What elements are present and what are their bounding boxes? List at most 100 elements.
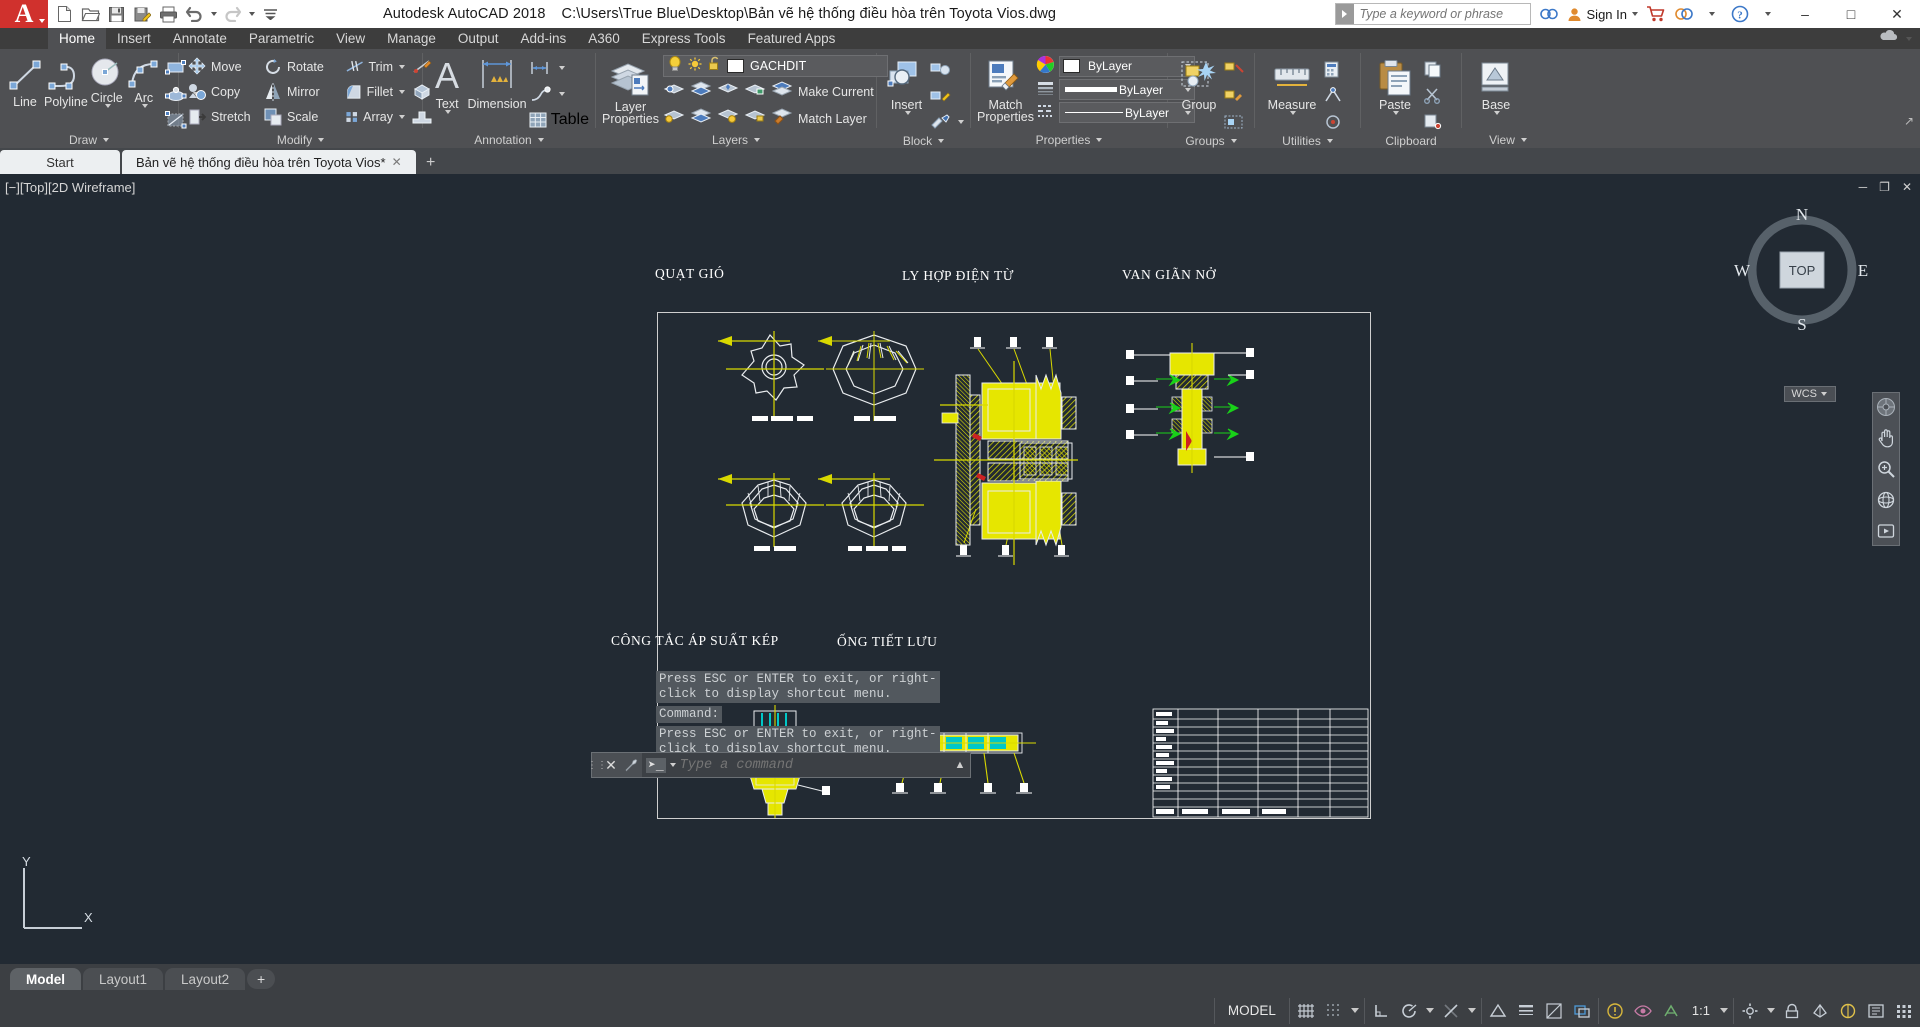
command-input-wrapper[interactable]: ➤_ ▲ xyxy=(642,753,970,777)
panel-groups-caret-icon[interactable] xyxy=(1230,139,1237,143)
annotation-scale-value[interactable]: 1:1 xyxy=(1688,1003,1714,1018)
viewport-config-label[interactable]: [−][Top][2D Wireframe] xyxy=(5,180,135,195)
id-point-button[interactable] xyxy=(1323,109,1343,134)
undo-icon[interactable] xyxy=(182,2,207,26)
ribbon-options-caret-icon[interactable] xyxy=(1906,36,1912,41)
command-line-box[interactable]: ⋮⋮ ✕ ➤_ ▲ xyxy=(587,752,971,778)
file-tab-close-icon[interactable]: ✕ xyxy=(392,155,402,169)
arc-button[interactable]: Arc xyxy=(126,53,162,108)
leader-dropdown-icon[interactable] xyxy=(558,91,565,96)
polyline-button[interactable]: Polyline xyxy=(44,53,88,108)
auto-scale-icon[interactable] xyxy=(1660,1000,1682,1022)
trim-button[interactable]: Trim xyxy=(343,54,407,79)
array-button[interactable]: Array xyxy=(343,104,407,129)
help-icon[interactable]: ? xyxy=(1726,0,1754,28)
snap-mode-icon[interactable] xyxy=(1323,1000,1345,1022)
redo-icon[interactable] xyxy=(220,2,245,26)
layer-freeze-object-icon[interactable] xyxy=(717,80,739,103)
help-caret-icon[interactable] xyxy=(1754,0,1782,28)
snap-dropdown-icon[interactable] xyxy=(1350,1008,1359,1013)
sign-in-caret-icon[interactable] xyxy=(1632,12,1638,16)
tab-manage[interactable]: Manage xyxy=(376,28,447,49)
autocad-application-button[interactable]: A xyxy=(0,0,48,28)
block-dropdown-icon[interactable] xyxy=(958,119,964,124)
isolate-objects-icon[interactable] xyxy=(1837,1000,1859,1022)
layer-unlock-icon[interactable] xyxy=(744,107,766,130)
mirror-button[interactable]: Mirror xyxy=(261,79,341,104)
point-style-button[interactable] xyxy=(1323,83,1343,108)
panel-title-block[interactable]: Block xyxy=(877,134,970,148)
scale-button[interactable]: Scale xyxy=(261,104,341,129)
panel-title-layers[interactable]: Layers xyxy=(596,131,876,148)
measure-dropdown-icon[interactable] xyxy=(1290,111,1296,115)
minimize-window-button[interactable]: – xyxy=(1782,0,1828,28)
grid-display-icon[interactable] xyxy=(1295,1000,1317,1022)
color-wheel-icon[interactable] xyxy=(1036,55,1055,79)
annotation-scale-caret-icon[interactable] xyxy=(1720,1008,1728,1013)
layer-properties-button[interactable]: Layer Properties xyxy=(602,53,659,125)
new-file-tab-button[interactable]: + xyxy=(418,152,444,174)
showmotion-icon[interactable] xyxy=(1875,520,1897,542)
text-button[interactable]: A Text xyxy=(429,53,465,114)
open-file-icon[interactable] xyxy=(78,2,103,26)
orbit-icon[interactable] xyxy=(1875,489,1897,511)
command-expand-icon[interactable]: ▲ xyxy=(950,759,970,771)
tab-home[interactable]: Home xyxy=(48,28,107,49)
circle-dropdown-icon[interactable] xyxy=(104,104,111,108)
fillet-dropdown-icon[interactable] xyxy=(399,89,405,94)
hardware-acceleration-icon[interactable] xyxy=(1809,1000,1831,1022)
tab-view[interactable]: View xyxy=(325,28,376,49)
layer-freeze-icon[interactable] xyxy=(688,57,702,76)
paste-button[interactable]: Paste xyxy=(1367,53,1423,115)
command-line-close-icon[interactable]: ✕ xyxy=(602,757,620,774)
selection-cycling-icon[interactable] xyxy=(1571,1000,1593,1022)
layer-isolate-icon[interactable] xyxy=(663,80,685,103)
steering-wheel-icon[interactable] xyxy=(1875,396,1897,418)
command-line-grip[interactable]: ⋮⋮ xyxy=(587,754,607,776)
ribbon-expand-icon[interactable]: ↗ xyxy=(1904,114,1914,128)
workspace-cloud-icon[interactable] xyxy=(1878,29,1900,48)
arc-dropdown-icon[interactable] xyxy=(141,104,148,108)
insert-dropdown-icon[interactable] xyxy=(904,111,911,115)
undo-dropdown-icon[interactable] xyxy=(208,2,219,26)
rotate-button[interactable]: Rotate xyxy=(261,54,341,79)
move-button[interactable]: Move xyxy=(185,54,259,79)
add-layout-button[interactable]: + xyxy=(247,969,276,989)
paste-dropdown-icon[interactable] xyxy=(1393,111,1399,115)
panel-title-clipboard[interactable]: Clipboard xyxy=(1361,134,1461,148)
panel-title-view[interactable]: View xyxy=(1462,131,1554,148)
navigation-bar[interactable] xyxy=(1872,392,1900,546)
lineweight-icon[interactable] xyxy=(1036,80,1055,102)
save-as-icon[interactable] xyxy=(130,2,155,26)
layout-tab-model[interactable]: Model xyxy=(10,968,81,990)
create-block-button[interactable] xyxy=(930,57,964,82)
leader-button[interactable] xyxy=(529,81,589,106)
copy-clip-button[interactable] xyxy=(1423,57,1443,82)
group-edit-button[interactable] xyxy=(1224,83,1244,108)
panel-title-utilities[interactable]: Utilities xyxy=(1255,134,1360,148)
layer-on-off-icon[interactable] xyxy=(668,55,682,77)
file-tab-start[interactable]: Start xyxy=(0,150,120,174)
match-layer-icon[interactable] xyxy=(771,107,793,130)
copy-button[interactable]: Copy xyxy=(185,79,259,104)
panel-title-groups[interactable]: Groups xyxy=(1168,134,1254,148)
dynamic-ucs-icon[interactable] xyxy=(1487,1000,1509,1022)
search-submit-icon[interactable] xyxy=(1335,4,1354,24)
stretch-button[interactable]: Stretch xyxy=(185,104,259,129)
tab-output[interactable]: Output xyxy=(447,28,510,49)
layout-tab-layout2[interactable]: Layout2 xyxy=(165,968,246,990)
make-current-label[interactable]: Make Current xyxy=(798,85,874,99)
base-dropdown-icon[interactable] xyxy=(1494,111,1500,115)
match-layer-label[interactable]: Match Layer xyxy=(798,112,867,126)
wcs-badge[interactable]: WCS xyxy=(1784,386,1836,402)
fillet-button[interactable]: Fillet xyxy=(343,79,407,104)
layer-lock-icon[interactable] xyxy=(708,56,721,76)
wcs-caret-icon[interactable] xyxy=(1821,392,1827,396)
group-selection-toggle[interactable] xyxy=(1224,109,1244,134)
maximize-window-button[interactable]: □ xyxy=(1828,0,1874,28)
line-button[interactable]: Line xyxy=(6,53,44,108)
exchange-apps-icon[interactable] xyxy=(1670,0,1698,28)
close-window-button[interactable]: ✕ xyxy=(1874,0,1920,28)
layer-selector[interactable]: GACHDIT xyxy=(662,55,888,77)
layer-unisolate-icon[interactable] xyxy=(690,80,712,103)
